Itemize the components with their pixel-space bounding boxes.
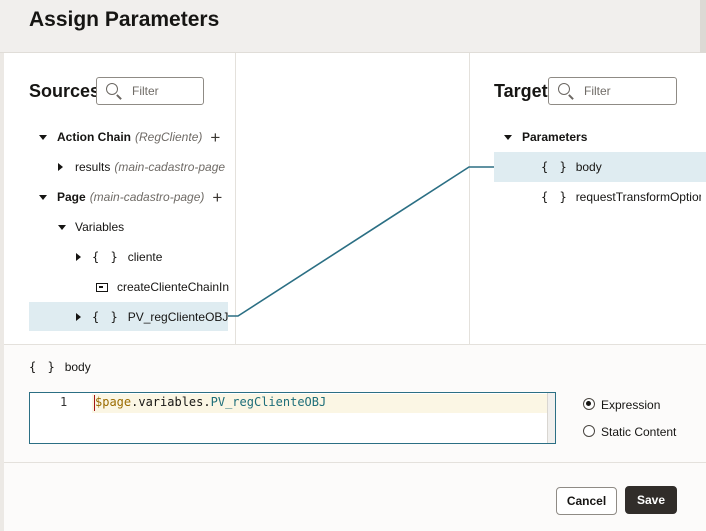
search-icon [558, 83, 570, 95]
expression-radio[interactable] [583, 398, 595, 410]
object-icon: { } [29, 360, 57, 374]
save-button[interactable]: Save [625, 486, 677, 514]
selected-target-caption: { } body [29, 353, 229, 381]
editor-scrollbar[interactable] [547, 393, 555, 443]
parameters-label: Parameters [522, 130, 588, 144]
request-transform-label: requestTransformOptions [575, 190, 701, 204]
object-icon: { } [541, 190, 569, 204]
target-title: Target [494, 81, 548, 101]
body-label: body [575, 160, 602, 174]
tree-item-parameters[interactable]: Parameters [504, 123, 694, 151]
code-var-token: PV_regClienteOBJ [210, 395, 327, 409]
tree-item-request-transform-options[interactable]: { } requestTransformOptions [541, 183, 701, 211]
code-dot: . [203, 395, 211, 409]
static-content-radio-label[interactable]: Static Content [601, 425, 676, 439]
expression-code[interactable]: $page.variables.PV_regClienteOBJ [95, 395, 326, 409]
line-number: 1 [60, 395, 68, 409]
static-content-radio[interactable] [583, 425, 595, 437]
cancel-button[interactable]: Cancel [556, 487, 617, 515]
expression-editor[interactable]: 1 $page.variables.PV_regClienteOBJ [29, 392, 556, 444]
tree-item-body[interactable]: { } body [541, 153, 701, 181]
caret-down-icon[interactable] [504, 134, 512, 140]
code-page-token: $page [95, 395, 132, 409]
target-filter-input[interactable]: Filter [548, 77, 677, 105]
code-variables-token: variables [138, 395, 204, 409]
object-icon: { } [541, 160, 569, 174]
selected-target-label: body [64, 360, 91, 374]
footer-divider [4, 462, 706, 463]
target-filter-placeholder: Filter [584, 84, 611, 98]
assign-parameters-dialog: Assign Parameters Sources Filter Action … [0, 0, 706, 531]
expression-radio-label[interactable]: Expression [601, 398, 660, 412]
mapping-line [228, 166, 532, 317]
